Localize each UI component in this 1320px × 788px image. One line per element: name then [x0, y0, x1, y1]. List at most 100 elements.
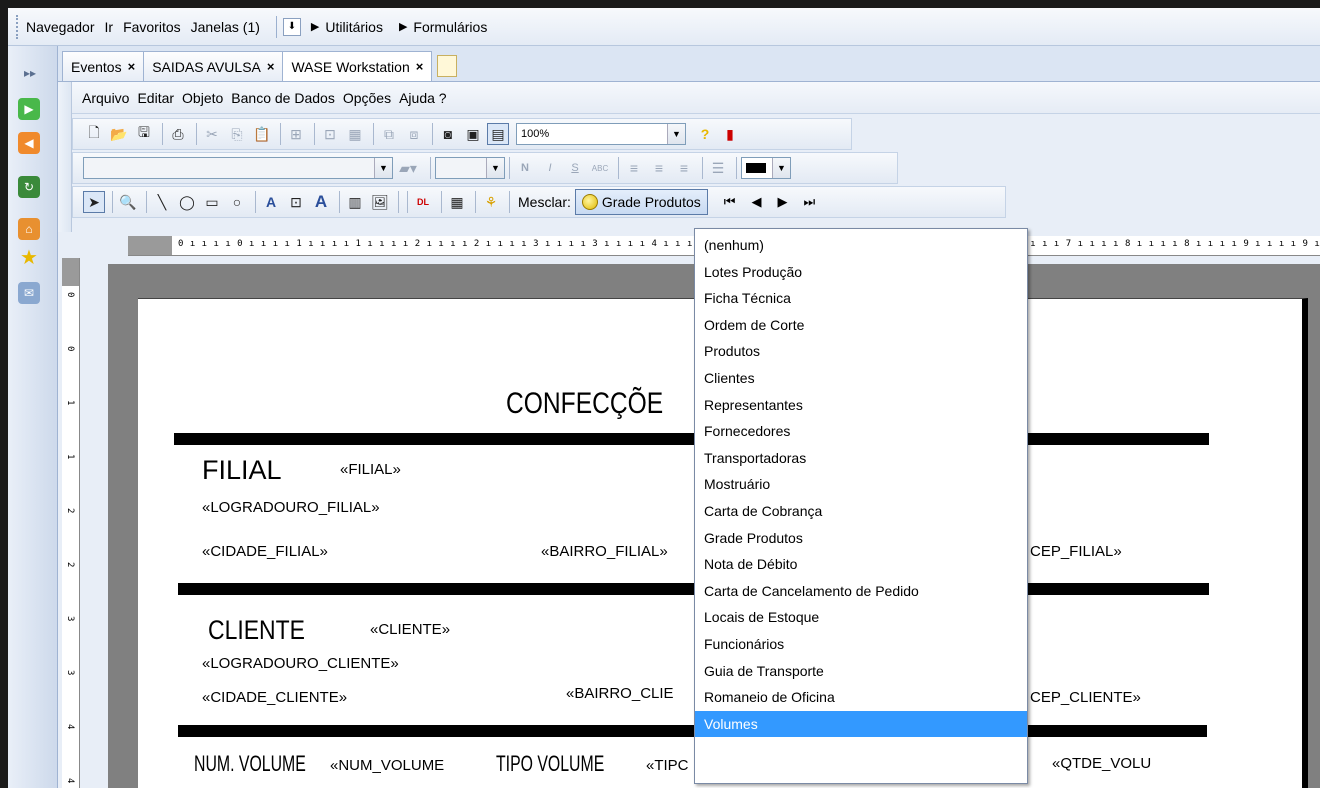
- cliente-field[interactable]: «CLIENTE»: [370, 621, 450, 638]
- close-icon[interactable]: ×: [128, 59, 136, 74]
- color-select[interactable]: ▼: [741, 157, 791, 179]
- menu-janelas[interactable]: Janelas (1): [191, 19, 260, 35]
- image-frame-icon[interactable]: ⊡: [285, 191, 307, 213]
- refresh-icon[interactable]: ↻: [18, 176, 40, 198]
- cep-cliente-field[interactable]: CEP_CLIENTE»: [1030, 689, 1141, 706]
- dropdown-option[interactable]: Clientes: [695, 365, 1027, 392]
- field-icon[interactable]: DL: [412, 191, 434, 213]
- filial-label[interactable]: FILIAL: [202, 455, 282, 486]
- down-arrow-icon[interactable]: ⬇: [282, 17, 301, 36]
- tab-saidas-avulsa[interactable]: SAIDAS AVULSA ×: [143, 51, 284, 81]
- view-preview-icon[interactable]: ▣: [462, 123, 484, 145]
- font-select[interactable]: ▼: [83, 157, 393, 179]
- back-icon[interactable]: ◀: [18, 132, 40, 154]
- menu-opcoes[interactable]: Opções: [343, 90, 391, 106]
- dropdown-option[interactable]: Romaneio de Oficina: [695, 684, 1027, 711]
- rectangle-icon[interactable]: ▭: [201, 191, 223, 213]
- chevron-down-icon[interactable]: ▼: [667, 124, 685, 144]
- dropdown-option[interactable]: Funcionários: [695, 631, 1027, 658]
- menu-favoritos[interactable]: Favoritos: [123, 19, 181, 35]
- divider-line[interactable]: [174, 433, 1209, 445]
- dropdown-option[interactable]: Transportadoras: [695, 445, 1027, 472]
- align-left-icon[interactable]: ≡: [623, 157, 645, 179]
- text-icon[interactable]: A: [310, 191, 332, 213]
- font-size-select[interactable]: ▼: [435, 157, 505, 179]
- picture-icon[interactable]: 🖼: [369, 191, 391, 213]
- menu-arquivo[interactable]: Arquivo: [82, 90, 129, 106]
- dropdown-option[interactable]: Nota de Débito: [695, 551, 1027, 578]
- cidade-cliente-field[interactable]: «CIDADE_CLIENTE»: [202, 689, 347, 706]
- toolbar-grip[interactable]: [16, 14, 20, 39]
- dropdown-option[interactable]: Volumes: [695, 710, 1027, 738]
- dropdown-option[interactable]: Ficha Técnica: [695, 285, 1027, 312]
- print-icon[interactable]: ⎙: [167, 123, 189, 145]
- tab-wase-workstation[interactable]: WASE Workstation ×: [282, 51, 433, 81]
- align-center-icon[interactable]: ≡: [648, 157, 670, 179]
- mail-icon[interactable]: ✉: [18, 282, 40, 304]
- menu-ajuda[interactable]: Ajuda ?: [399, 90, 446, 106]
- italic-icon[interactable]: I: [539, 157, 561, 179]
- abc-icon[interactable]: ABC: [589, 157, 611, 179]
- text-box-icon[interactable]: A: [260, 191, 282, 213]
- menu-banco-de-dados[interactable]: Banco de Dados: [231, 90, 335, 106]
- align-right-icon[interactable]: ≡: [673, 157, 695, 179]
- previous-record-icon[interactable]: ◀: [751, 194, 761, 210]
- chevron-down-icon[interactable]: ▼: [486, 158, 504, 178]
- bairro-cliente-field[interactable]: «BAIRRO_CLIE: [566, 685, 674, 702]
- qtde-volume-field[interactable]: «QTDE_VOLU: [1052, 755, 1151, 772]
- strikethrough-icon[interactable]: S: [564, 157, 586, 179]
- dropdown-option[interactable]: Locais de Estoque: [695, 604, 1027, 631]
- dropdown-option[interactable]: Ordem de Corte: [695, 312, 1027, 339]
- dropdown-option[interactable]: Fornecedores: [695, 418, 1027, 445]
- dropdown-option[interactable]: Produtos: [695, 338, 1027, 365]
- menu-navegador[interactable]: Navegador: [26, 19, 95, 35]
- align-icon[interactable]: ⊞: [285, 123, 307, 145]
- dropdown-option[interactable]: Mostruário: [695, 471, 1027, 498]
- dropdown-option[interactable]: Carta de Cancelamento de Pedido: [695, 578, 1027, 605]
- tipo-volume-label[interactable]: TIPO VOLUME: [496, 751, 604, 777]
- divider-line[interactable]: [178, 725, 1207, 737]
- open-folder-icon[interactable]: 📂: [108, 123, 130, 145]
- dropdown-option[interactable]: Carta de Cobrança: [695, 498, 1027, 525]
- ungroup-icon[interactable]: ⧈: [403, 123, 425, 145]
- view-full-icon[interactable]: ▤: [487, 123, 509, 145]
- exit-icon[interactable]: ▮: [719, 123, 741, 145]
- view-page-icon[interactable]: ◙: [437, 123, 459, 145]
- cep-filial-field[interactable]: CEP_FILIAL»: [1030, 543, 1122, 560]
- chevron-down-icon[interactable]: ▼: [374, 158, 392, 178]
- close-icon[interactable]: ×: [416, 59, 424, 74]
- circle-icon[interactable]: ○: [226, 191, 248, 213]
- paste-icon[interactable]: 📋: [251, 123, 273, 145]
- merge-source-dropdown-button[interactable]: Grade Produtos: [574, 189, 708, 215]
- menu-editar[interactable]: Editar: [137, 90, 174, 106]
- logradouro-cliente-field[interactable]: «LOGRADOURO_CLIENTE»: [202, 655, 399, 672]
- pointer-icon[interactable]: ➤: [83, 191, 105, 213]
- bairro-filial-field[interactable]: «BAIRRO_FILIAL»: [541, 543, 668, 560]
- favorites-star-icon[interactable]: ★: [18, 246, 40, 269]
- tab-eventos[interactable]: Eventos ×: [62, 51, 145, 81]
- group-icon[interactable]: ⧉: [378, 123, 400, 145]
- breadcrumb-formularios[interactable]: Formulários: [413, 19, 487, 35]
- menu-ir[interactable]: Ir: [105, 19, 114, 35]
- ellipse-icon[interactable]: ◯: [176, 191, 198, 213]
- chevron-down-icon[interactable]: ▼: [772, 158, 790, 178]
- barcode-icon[interactable]: ▥: [344, 191, 366, 213]
- breadcrumb-utilitarios[interactable]: Utilitários: [325, 19, 383, 35]
- new-document-icon[interactable]: 🗋: [83, 123, 105, 145]
- new-tab-icon[interactable]: [437, 55, 458, 77]
- expand-chevron-icon[interactable]: ▸▸: [24, 66, 36, 80]
- forward-icon[interactable]: ▶: [18, 98, 40, 120]
- table-icon[interactable]: ▦: [344, 123, 366, 145]
- copy-icon[interactable]: ⎘: [226, 123, 248, 145]
- menu-objeto[interactable]: Objeto: [182, 90, 223, 106]
- close-icon[interactable]: ×: [267, 59, 275, 74]
- report-title[interactable]: CONFECÇÕE: [506, 387, 663, 421]
- first-record-icon[interactable]: ⏮: [724, 194, 736, 210]
- zoom-select[interactable]: 100% ▼: [516, 123, 686, 145]
- dropdown-option[interactable]: Lotes Produção: [695, 259, 1027, 286]
- logradouro-filial-field[interactable]: «LOGRADOURO_FILIAL»: [202, 499, 380, 516]
- last-record-icon[interactable]: ⏭: [803, 194, 815, 210]
- grid-table-icon[interactable]: ▦: [446, 191, 468, 213]
- color-fill-icon[interactable]: ▰▾: [393, 157, 423, 179]
- dropdown-option[interactable]: Representantes: [695, 392, 1027, 419]
